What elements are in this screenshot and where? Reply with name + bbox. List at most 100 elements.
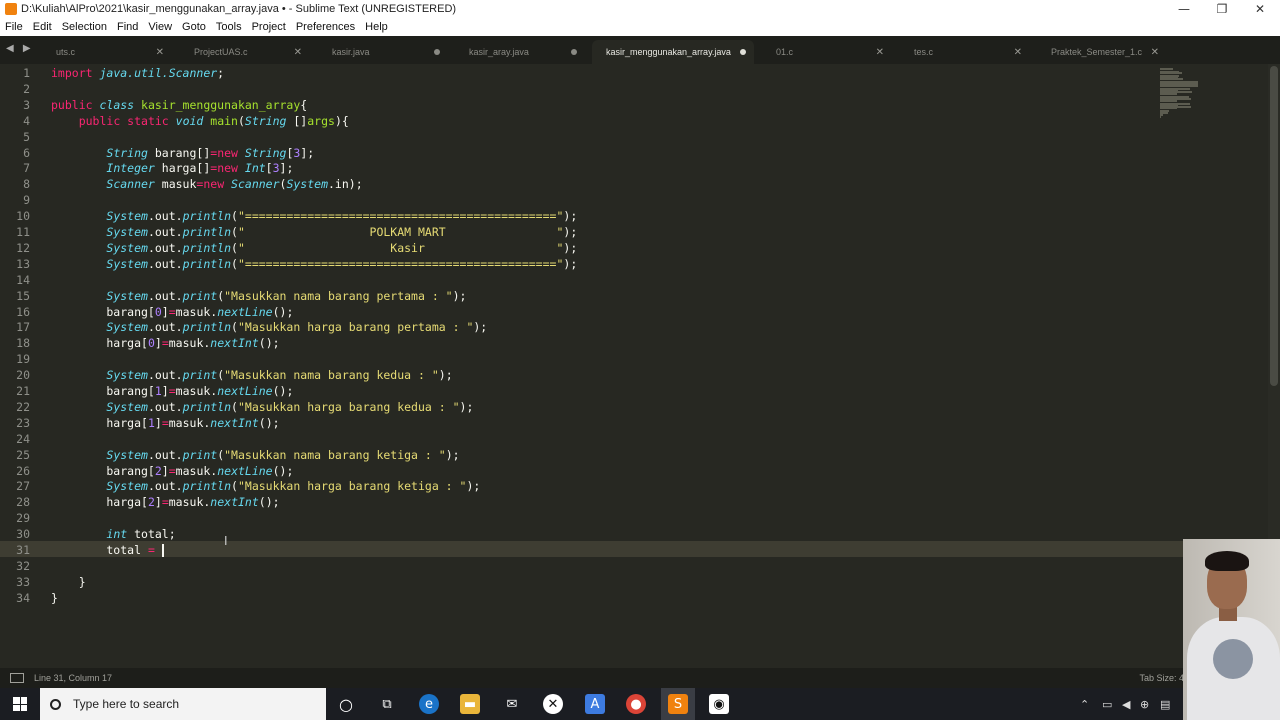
minimize-button[interactable]: — — [1166, 0, 1202, 18]
tab-scroll-arrows-icon[interactable]: ◀ ▶ — [6, 43, 34, 54]
menu-edit[interactable]: Edit — [28, 21, 57, 33]
code-line[interactable]: System.out.println(" Kasir "); — [51, 240, 577, 256]
sublime-app-icon — [5, 3, 17, 15]
tab-close-icon[interactable]: ✕ — [1151, 47, 1159, 58]
tab-label: ProjectUAS.c — [194, 47, 248, 57]
notification-icon[interactable]: ▤ — [1160, 698, 1170, 711]
tab-kasir-aray-java[interactable]: kasir_aray.java — [455, 40, 585, 64]
line-number: 10 — [16, 209, 30, 224]
line-number: 9 — [23, 193, 30, 208]
menu-file[interactable]: File — [0, 21, 28, 33]
unsaved-dot-icon[interactable] — [571, 49, 577, 55]
minimap[interactable] — [1156, 68, 1216, 118]
tray-chevron-icon[interactable]: ⌃ — [1080, 698, 1089, 711]
tab-projectuas-c[interactable]: ProjectUAS.c ✕ — [180, 40, 310, 64]
minimap-line — [1160, 68, 1173, 70]
tab-kasir-menggunakan-array-java[interactable]: kasir_menggunakan_array.java — [592, 40, 754, 64]
code-line[interactable]: System.out.print("Masukkan nama barang k… — [51, 447, 459, 463]
menu-selection[interactable]: Selection — [57, 21, 112, 33]
menu-project[interactable]: Project — [247, 21, 291, 33]
code-line[interactable]: harga[1]=masuk.nextInt(); — [51, 415, 279, 431]
code-line[interactable]: public class kasir_menggunakan_array{ — [51, 97, 307, 113]
tab-close-icon[interactable]: ✕ — [294, 47, 302, 58]
code-line[interactable]: Scanner masuk=new Scanner(System.in); — [51, 176, 362, 192]
maximize-button[interactable]: ❐ — [1204, 0, 1240, 18]
line-number: 22 — [16, 399, 30, 414]
tab-praktek-semester-1-c[interactable]: Praktek_Semester_1.c ✕ — [1037, 40, 1167, 64]
tab-close-icon[interactable]: ✕ — [876, 47, 884, 58]
menu-view[interactable]: View — [143, 21, 177, 33]
battery-icon[interactable]: ▭ — [1102, 698, 1112, 711]
code-line[interactable]: String barang[]=new String[3]; — [51, 145, 314, 161]
code-line[interactable]: System.out.println("Masukkan harga baran… — [51, 319, 487, 335]
unsaved-dot-icon[interactable] — [434, 49, 440, 55]
line-number: 5 — [23, 129, 30, 144]
cortana-icon[interactable]: ○ — [336, 694, 356, 714]
code-line[interactable]: harga[0]=masuk.nextInt(); — [51, 335, 279, 351]
code-editor[interactable]: 1 2 3 4 5 6 7 8 9 10 11 12 13 14 15 16 17 18 19 20 21 22 23 24 2… — [0, 64, 1280, 668]
code-line[interactable]: System.out.println("Masukkan harga baran… — [51, 478, 480, 494]
line-number: 31 — [16, 543, 30, 557]
menu-help[interactable]: Help — [360, 21, 393, 33]
pen-app-icon[interactable]: A — [585, 694, 605, 714]
close-button[interactable]: ✕ — [1242, 0, 1278, 18]
panel-toggle-icon[interactable] — [10, 673, 24, 683]
mail-icon[interactable]: ✉ — [502, 694, 522, 714]
task-view-icon[interactable]: ⧉ — [377, 694, 397, 714]
tab-close-icon[interactable]: ✕ — [1014, 47, 1022, 58]
tab-uts-c[interactable]: uts.c ✕ — [42, 40, 172, 64]
code-line[interactable]: import java.util.Scanner; — [51, 65, 224, 81]
code-line[interactable]: } — [51, 590, 58, 606]
code-line[interactable]: System.out.println("====================… — [51, 208, 577, 224]
line-number: 1 — [23, 66, 30, 80]
line-number: 13 — [16, 256, 30, 271]
scrollbar-thumb[interactable] — [1270, 66, 1278, 386]
code-line[interactable]: } — [51, 574, 86, 590]
unsaved-dot-icon[interactable] — [740, 49, 746, 55]
code-line[interactable]: barang[0]=masuk.nextLine(); — [51, 304, 293, 320]
code-line[interactable]: System.out.print("Masukkan nama barang k… — [51, 367, 452, 383]
chrome-icon[interactable]: ● — [626, 694, 646, 714]
tab-kasir-java[interactable]: kasir.java — [318, 40, 448, 64]
xbox-icon[interactable]: ✕ — [543, 694, 563, 714]
tab-label: 01.c — [776, 47, 794, 57]
title-bar: D:\Kuliah\AlPro\2021\kasir_menggunakan_a… — [0, 0, 1280, 18]
network-icon[interactable]: ⊕ — [1140, 698, 1149, 711]
menu-tools[interactable]: Tools — [211, 21, 247, 33]
tab-size[interactable]: Tab Size: 4 — [1139, 673, 1184, 683]
code-line[interactable]: barang[1]=masuk.nextLine(); — [51, 383, 293, 399]
menu-goto[interactable]: Goto — [177, 21, 211, 33]
file-explorer-icon[interactable]: ▬ — [460, 694, 480, 714]
code-line[interactable]: Integer harga[]=new Int[3]; — [51, 160, 293, 176]
code-line[interactable]: total = — [51, 542, 164, 558]
line-number: 29 — [16, 511, 30, 526]
code-line[interactable]: barang[2]=masuk.nextLine(); — [51, 463, 293, 479]
menu-bar: File Edit Selection Find View Goto Tools… — [0, 18, 1280, 36]
tab-tes-c[interactable]: tes.c ✕ — [900, 40, 1030, 64]
line-number: 27 — [16, 479, 30, 494]
line-number: 15 — [16, 288, 30, 303]
code-line[interactable]: harga[2]=masuk.nextInt(); — [51, 494, 279, 510]
menu-preferences[interactable]: Preferences — [291, 21, 360, 33]
line-number: 6 — [23, 145, 30, 160]
volume-icon[interactable]: ◀ — [1122, 698, 1130, 711]
search-placeholder: Type here to search — [73, 697, 180, 711]
code-line[interactable]: System.out.println("====================… — [51, 256, 577, 272]
tab-label: Praktek_Semester_1.c — [1051, 47, 1143, 57]
code-line[interactable]: System.out.println(" POLKAM MART "); — [51, 224, 577, 240]
code-line[interactable]: System.out.println("Masukkan harga baran… — [51, 399, 473, 415]
line-number: 34 — [16, 590, 30, 605]
sublime-text-icon[interactable]: S — [668, 694, 688, 714]
start-button[interactable] — [0, 688, 40, 720]
taskbar-search[interactable]: Type here to search — [40, 688, 326, 720]
tab-close-icon[interactable]: ✕ — [156, 47, 164, 58]
code-line[interactable]: System.out.print("Masukkan nama barang p… — [51, 288, 466, 304]
code-line[interactable]: public static void main(String []args){ — [51, 113, 349, 129]
code-line[interactable]: int total; — [51, 526, 175, 542]
line-number: 14 — [16, 272, 30, 287]
tab-01-c[interactable]: 01.c ✕ — [762, 40, 892, 64]
camera-app-icon[interactable]: ◉ — [709, 694, 729, 714]
menu-find[interactable]: Find — [112, 21, 143, 33]
minimap-line — [1160, 85, 1198, 88]
edge-icon[interactable]: e — [419, 694, 439, 714]
